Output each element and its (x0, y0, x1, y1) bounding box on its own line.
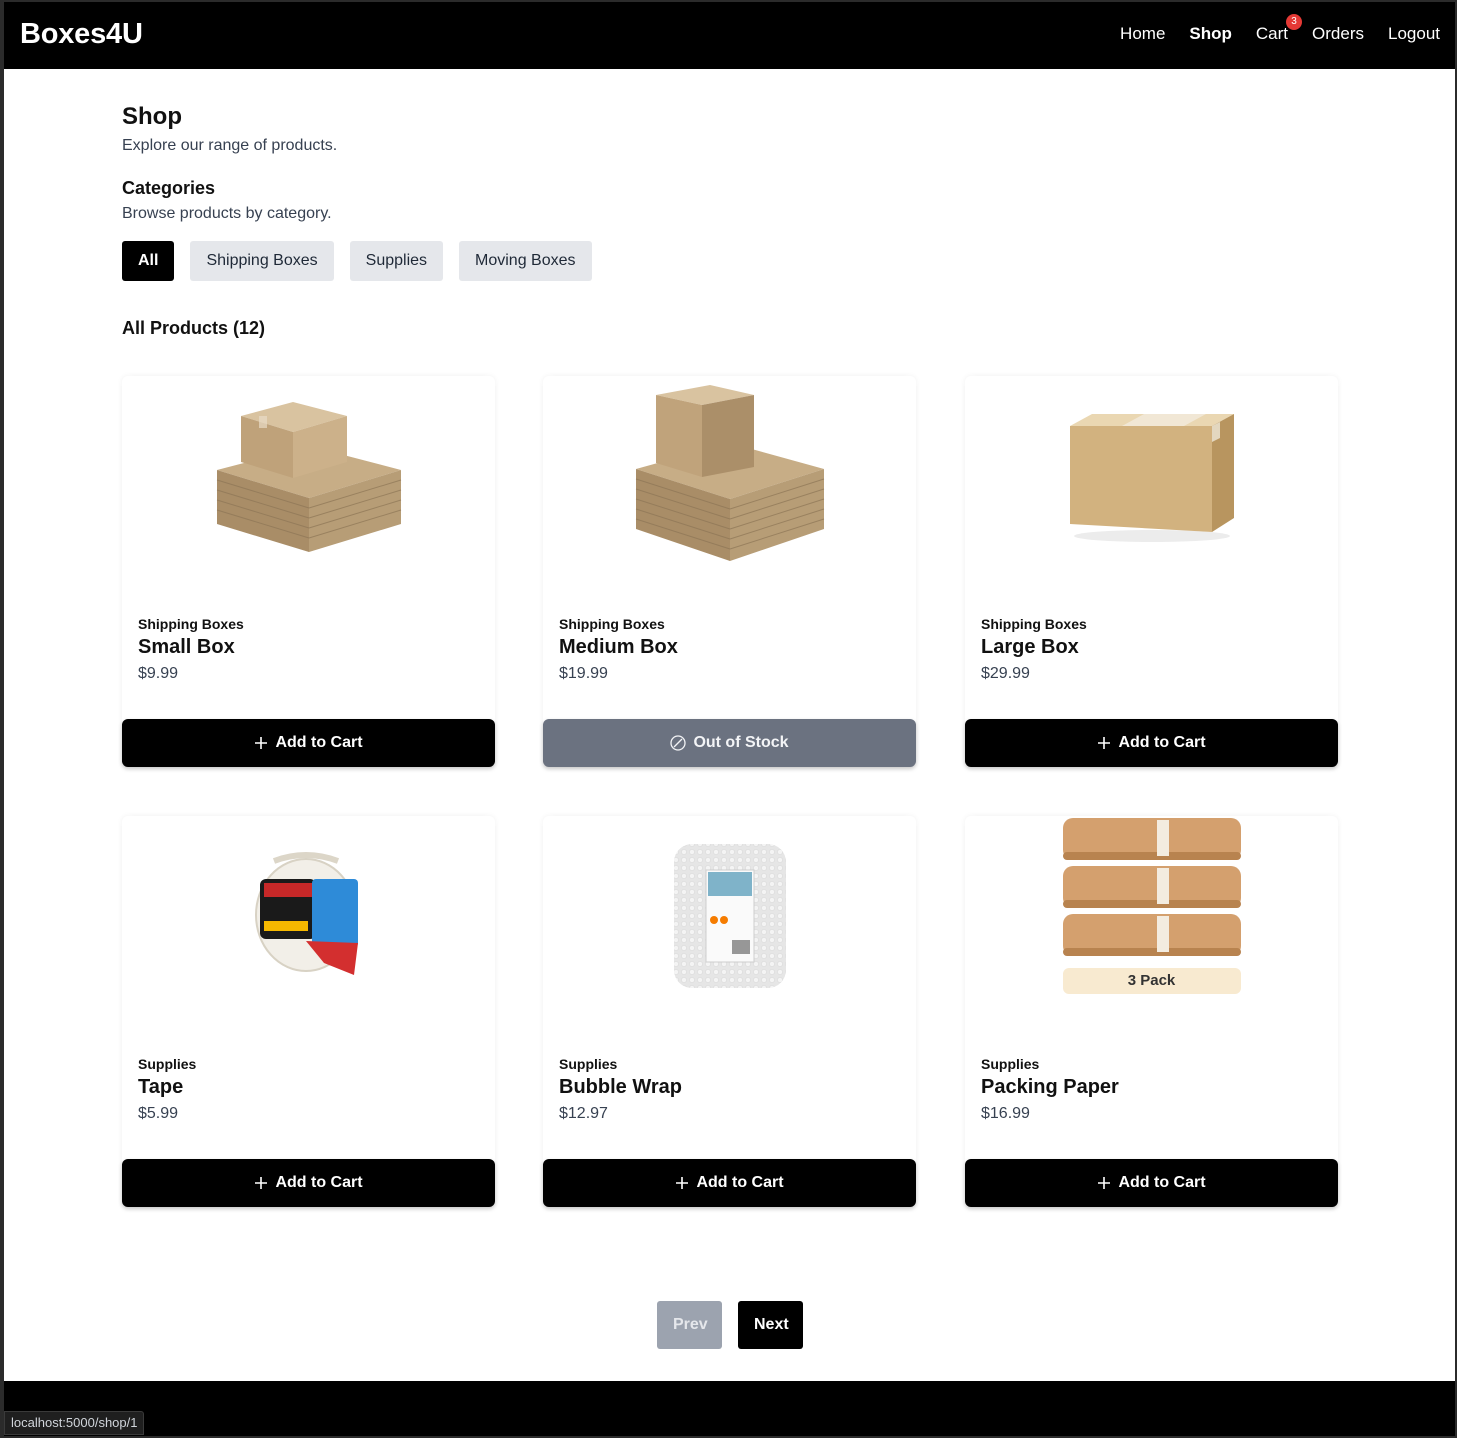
product-category: Shipping Boxes (559, 616, 665, 632)
main-nav: Home Shop Cart 3 Orders Logout (1096, 14, 1440, 44)
product-name[interactable]: Tape (138, 1076, 183, 1099)
product-price: $12.97 (559, 1105, 608, 1122)
product-name[interactable]: Large Box (981, 636, 1079, 659)
single-box-image (1069, 414, 1234, 542)
product-price: $16.99 (981, 1105, 1030, 1122)
nav-home[interactable]: Home (1120, 24, 1165, 44)
pagination: Prev Next (657, 1301, 819, 1349)
cart-count-badge: 3 (1286, 14, 1303, 30)
product-card: Shipping Boxes Small Box $9.99 Add to Ca… (122, 376, 495, 767)
button-label: Add to Cart (696, 1174, 784, 1191)
category-chip-all[interactable]: All (122, 241, 175, 281)
categories-subtitle: Browse products by category. (122, 205, 332, 222)
page-title: Shop (122, 103, 182, 130)
add-to-cart-button[interactable]: Add to Cart (122, 1159, 495, 1207)
product-name[interactable]: Medium Box (559, 636, 678, 659)
category-chip-shipping-boxes[interactable]: Shipping Boxes (190, 241, 334, 281)
plus-icon (254, 736, 268, 750)
product-category: Supplies (559, 1056, 618, 1072)
nav-cart-label: Cart (1255, 24, 1289, 43)
bubble-wrap-roll-image (673, 844, 786, 988)
ban-icon (670, 735, 687, 751)
out-of-stock-button[interactable]: Out of Stock (543, 719, 916, 767)
category-chip-moving-boxes[interactable]: Moving Boxes (459, 241, 592, 281)
brand-logo[interactable]: Boxes4U (20, 18, 143, 51)
nav-logout[interactable]: Logout (1388, 24, 1440, 44)
nav-cart[interactable]: Cart 3 (1255, 14, 1303, 44)
footer (4, 1381, 1455, 1436)
prev-page-button[interactable]: Prev (657, 1301, 722, 1349)
plus-icon (254, 1176, 268, 1190)
kraft-paper-rolls-image: 3 Pack (1061, 816, 1243, 1002)
product-image[interactable] (543, 376, 916, 576)
categories-title: Categories (122, 178, 216, 198)
product-category: Supplies (981, 1056, 1040, 1072)
image-label: 3 Pack (1062, 968, 1241, 994)
product-price: $19.99 (559, 665, 608, 682)
product-image[interactable] (543, 816, 916, 1016)
product-card: Shipping Boxes Large Box $29.99 Add to C… (965, 376, 1338, 767)
product-image[interactable] (122, 816, 495, 1016)
nav-orders[interactable]: Orders (1312, 24, 1364, 44)
product-image[interactable] (122, 376, 495, 576)
product-category: Shipping Boxes (138, 616, 244, 632)
product-card: Supplies Bubble Wrap $12.97 Add to Cart (543, 816, 916, 1207)
nav-shop[interactable]: Shop (1189, 24, 1232, 44)
add-to-cart-button[interactable]: Add to Cart (965, 1159, 1338, 1207)
product-image[interactable]: 3 Pack (965, 816, 1338, 1016)
product-price: $9.99 (138, 665, 179, 682)
product-category: Supplies (138, 1056, 197, 1072)
button-label: Add to Cart (275, 734, 363, 751)
top-navbar: Boxes4U Home Shop Cart 3 Orders Logout (4, 2, 1455, 69)
add-to-cart-button[interactable]: Add to Cart (122, 719, 495, 767)
products-heading: All Products (12) (122, 318, 266, 338)
button-label: Out of Stock (693, 734, 789, 751)
category-chip-supplies[interactable]: Supplies (349, 241, 444, 281)
button-label: Add to Cart (275, 1174, 363, 1191)
category-filter: All Shipping Boxes Supplies Moving Boxes (122, 241, 608, 281)
plus-icon (675, 1176, 689, 1190)
product-name[interactable]: Small Box (138, 636, 235, 659)
stacked-flat-boxes-image (216, 402, 401, 552)
browser-viewport: Boxes4U Home Shop Cart 3 Orders Logout S… (4, 2, 1455, 1436)
product-name[interactable]: Bubble Wrap (559, 1076, 682, 1099)
add-to-cart-button[interactable]: Add to Cart (543, 1159, 916, 1207)
add-to-cart-button[interactable]: Add to Cart (965, 719, 1338, 767)
status-bar-url: localhost:5000/shop/1 (4, 1411, 145, 1435)
product-card: Shipping Boxes Medium Box $19.99 Out of … (543, 376, 916, 767)
page-subtitle: Explore our range of products. (122, 137, 338, 154)
product-price: $29.99 (981, 665, 1030, 682)
product-category: Shipping Boxes (981, 616, 1087, 632)
button-label: Add to Cart (1118, 734, 1206, 751)
next-page-button[interactable]: Next (738, 1301, 803, 1349)
product-image[interactable] (965, 376, 1338, 576)
product-price: $5.99 (138, 1105, 179, 1122)
product-name[interactable]: Packing Paper (981, 1076, 1119, 1099)
button-label: Add to Cart (1118, 1174, 1206, 1191)
plus-icon (1097, 1176, 1111, 1190)
stacked-flat-boxes-image (635, 385, 824, 561)
packaging-tape-image (254, 852, 358, 975)
plus-icon (1097, 736, 1111, 750)
product-card: Supplies Tape $5.99 Add to Cart (122, 816, 495, 1207)
product-card: 3 Pack Supplies Packing Paper $16.99 Add… (965, 816, 1338, 1207)
